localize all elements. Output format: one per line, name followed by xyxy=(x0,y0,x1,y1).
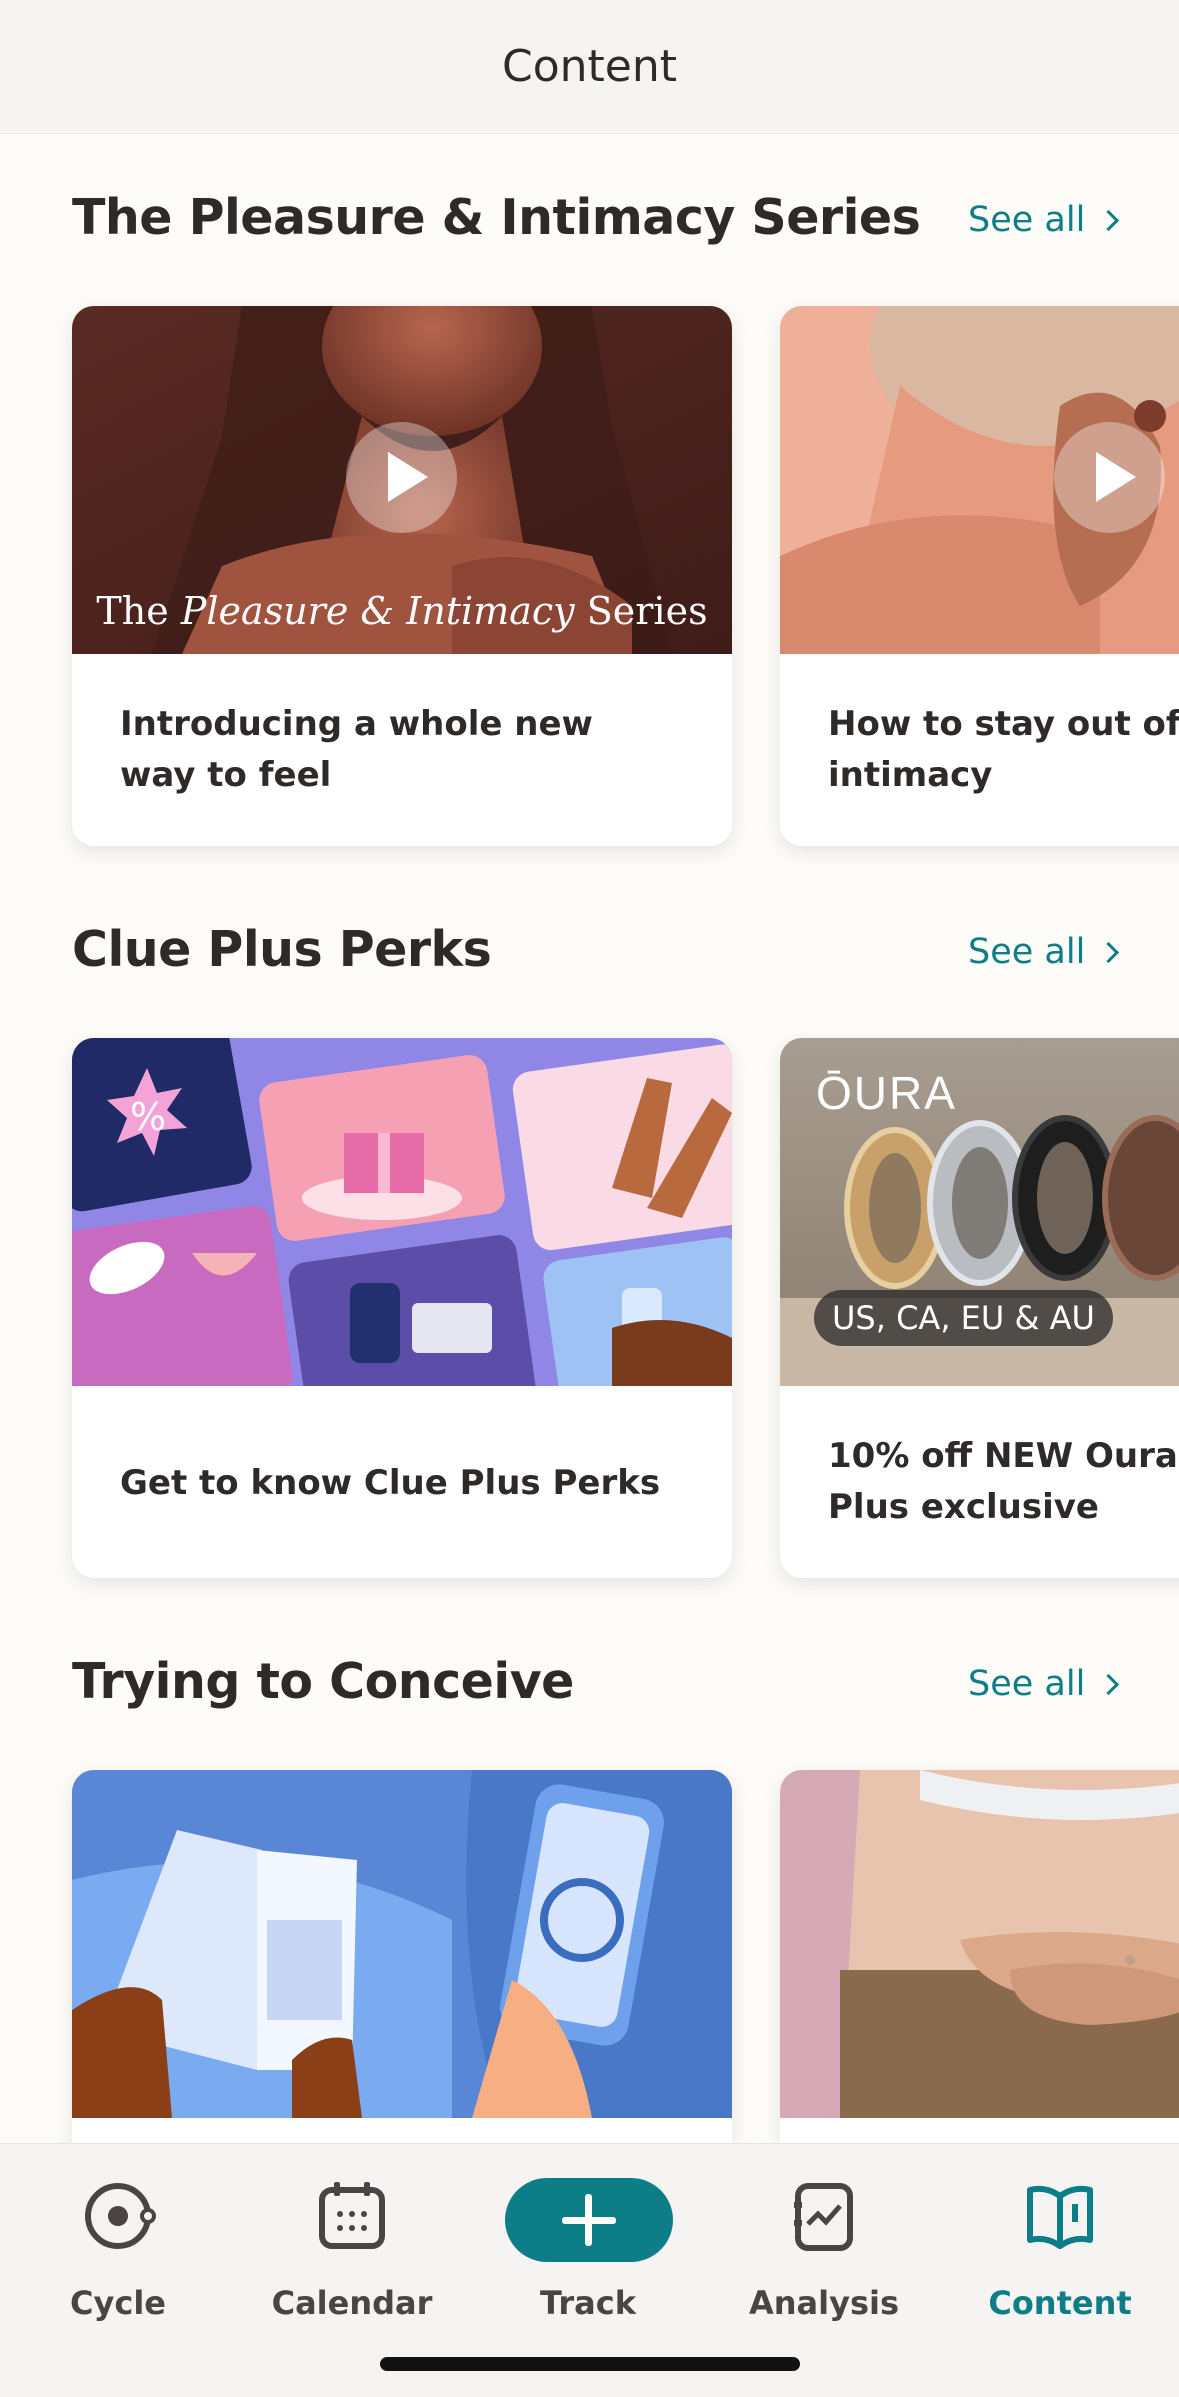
content-card[interactable] xyxy=(72,1770,732,2144)
chevron-right-icon xyxy=(1098,1673,1120,1695)
card-illustration xyxy=(780,1770,1179,2118)
page-title: Content xyxy=(502,41,677,92)
tab-label: Calendar xyxy=(271,2284,433,2322)
see-all-link[interactable]: See all xyxy=(968,200,1120,240)
tab-cycle[interactable]: Cycle xyxy=(18,2164,218,2322)
card-image: % xyxy=(72,1038,732,1386)
play-icon[interactable] xyxy=(1054,422,1165,533)
card-title: 10% off NEW Oura Ri Clue Plus exclusive xyxy=(828,1436,1179,1527)
section-title: The Pleasure & Intimacy Series xyxy=(72,189,921,246)
book-icon xyxy=(1027,2185,1093,2249)
tab-label: Cycle xyxy=(70,2284,166,2322)
see-all-label: See all xyxy=(968,1664,1086,1704)
card-image xyxy=(780,306,1179,654)
see-all-label: See all xyxy=(968,200,1086,240)
card-image xyxy=(780,1770,1179,2118)
tab-analysis[interactable]: Analysis xyxy=(724,2164,924,2322)
plus-icon[interactable] xyxy=(505,2178,673,2262)
card-illustration xyxy=(72,1770,732,2118)
content-card[interactable]: How to stay out of yo during intimacy xyxy=(780,306,1179,846)
home-indicator[interactable] xyxy=(380,2357,800,2371)
tab-calendar[interactable]: Calendar xyxy=(252,2164,452,2322)
calendar-icon xyxy=(319,2182,385,2249)
card-image: The Pleasure & Intimacy Series xyxy=(72,306,732,654)
series-overlay-title: The Pleasure & Intimacy Series xyxy=(72,589,732,633)
content-card[interactable]: ŌURA US, CA, EU & AU 10% off NEW Oura Ri… xyxy=(780,1038,1179,1578)
tab-track[interactable]: Track xyxy=(488,2164,688,2322)
overlay-italic: Pleasure & Intimacy xyxy=(180,589,575,633)
cycle-icon xyxy=(85,2183,156,2249)
region-badge: US, CA, EU & AU xyxy=(814,1290,1113,1346)
card-title: How to stay out of yo during intimacy xyxy=(828,704,1179,795)
content-scroll[interactable]: The Pleasure & Intimacy Series See all T… xyxy=(0,134,1179,2144)
chevron-right-icon xyxy=(1098,941,1120,963)
play-icon[interactable] xyxy=(346,422,457,533)
chevron-right-icon xyxy=(1098,209,1120,231)
tab-label: Content xyxy=(988,2284,1132,2322)
content-card[interactable] xyxy=(780,1770,1179,2144)
card-illustration: % xyxy=(72,1038,732,1386)
content-card[interactable]: The Pleasure & Intimacy Series Introduci… xyxy=(72,306,732,846)
card-title: Get to know Clue Plus Perks xyxy=(120,1463,661,1503)
card-image: ŌURA US, CA, EU & AU xyxy=(780,1038,1179,1386)
section-title: Trying to Conceive xyxy=(72,1653,574,1710)
overlay-prefix: The xyxy=(96,589,169,633)
top-bar: Content xyxy=(0,0,1179,134)
bottom-tab-bar: Cycle Calendar Track Analysis Content xyxy=(0,2143,1179,2397)
svg-text:%: % xyxy=(130,1095,166,1139)
analysis-icon xyxy=(794,2183,853,2251)
tab-label: Track xyxy=(540,2284,636,2322)
see-all-link[interactable]: See all xyxy=(968,932,1120,972)
brand-logo: ŌURA xyxy=(816,1067,957,1119)
overlay-suffix: Series xyxy=(586,589,708,633)
card-image xyxy=(72,1770,732,2118)
content-card[interactable]: % Get to know Clue Plus Perks xyxy=(72,1038,732,1578)
tab-content[interactable]: Content xyxy=(960,2164,1160,2322)
section-title: Clue Plus Perks xyxy=(72,921,492,978)
see-all-label: See all xyxy=(968,932,1086,972)
card-title: Introducing a whole new way to feel xyxy=(120,704,593,795)
tab-label: Analysis xyxy=(748,2284,900,2322)
see-all-link[interactable]: See all xyxy=(968,1664,1120,1704)
